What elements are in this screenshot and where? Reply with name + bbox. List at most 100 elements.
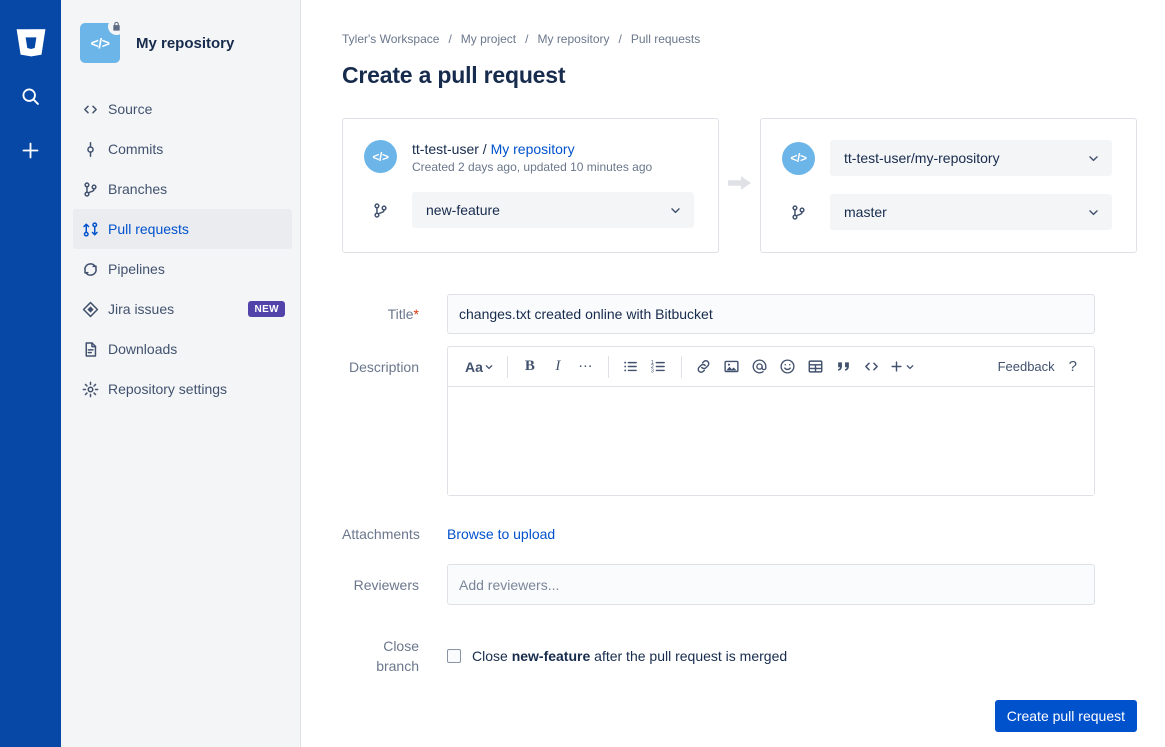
reviewers-input[interactable]: Add reviewers... [447, 564, 1095, 605]
sidebar-item-jira-issues[interactable]: Jira issues NEW [73, 289, 292, 329]
sidebar-item-downloads[interactable]: Downloads [73, 329, 292, 369]
table-icon[interactable] [802, 353, 830, 381]
title-label-text: Title [388, 306, 414, 322]
destination-repository-select[interactable]: tt-test-user/my-repository [830, 140, 1112, 176]
required-marker: * [414, 306, 419, 322]
sidebar-item-label: Downloads [108, 341, 292, 357]
quote-icon[interactable] [830, 353, 858, 381]
reviewers-label: Reviewers [342, 575, 447, 595]
reviewers-placeholder: Add reviewers... [459, 577, 559, 593]
description-textarea[interactable] [448, 387, 1094, 495]
browse-to-upload-link[interactable]: Browse to upload [447, 526, 555, 542]
chevron-down-icon [1087, 152, 1100, 165]
repository-avatar: </> [80, 23, 120, 63]
sidebar-item-label: Commits [108, 141, 292, 157]
breadcrumb-item-pull-requests[interactable]: Pull requests [631, 32, 700, 46]
svg-text:3: 3 [651, 368, 654, 374]
close-branch-checkbox[interactable] [447, 649, 461, 663]
sidebar-item-pull-requests[interactable]: Pull requests [73, 209, 292, 249]
source-repo-header: </> tt-test-user / My repository Created… [364, 140, 694, 174]
chevron-down-icon [669, 204, 682, 217]
lock-icon [108, 18, 125, 35]
pipelines-icon [82, 261, 108, 278]
sidebar-item-pipelines[interactable]: Pipelines [73, 249, 292, 289]
status-badge: NEW [248, 301, 285, 317]
source-repo-subtitle: Created 2 days ago, updated 10 minutes a… [412, 160, 652, 174]
sidebar-item-label: Repository settings [108, 381, 292, 397]
branch-icon [82, 181, 108, 198]
bold-label: B [525, 358, 535, 375]
feedback-button[interactable]: Feedback [992, 359, 1061, 374]
image-icon[interactable] [718, 353, 746, 381]
sidebar-repo-header[interactable]: </> My repository [61, 19, 300, 67]
destination-avatar-glyph: </> [790, 151, 806, 165]
branch-icon [364, 202, 397, 219]
code-icon[interactable] [858, 353, 886, 381]
source-repository-avatar: </> [364, 140, 397, 173]
destination-repository-card: </> tt-test-user/my-repository [760, 118, 1137, 253]
source-branch-select[interactable]: new-feature [412, 192, 694, 228]
source-repo-owner: tt-test-user [412, 141, 479, 157]
source-repo-link[interactable]: My repository [491, 141, 575, 157]
close-branch-control: Close new-feature after the pull request… [447, 646, 1137, 666]
source-avatar-glyph: </> [372, 150, 388, 164]
sidebar-item-source[interactable]: Source [73, 89, 292, 129]
source-branch-row: new-feature [364, 192, 694, 228]
destination-repo-row: </> tt-test-user/my-repository [782, 140, 1112, 176]
description-editor: Aa B I … [447, 346, 1095, 496]
bold-icon[interactable]: B [516, 353, 544, 381]
text-style-icon[interactable]: Aa [460, 353, 499, 381]
description-field-row: Description Aa B I … [342, 346, 1137, 496]
close-branch-text: Close new-feature after the pull request… [472, 646, 787, 666]
create-pull-request-button[interactable]: Create pull request [995, 700, 1137, 732]
source-repository-card: </> tt-test-user / My repository Created… [342, 118, 719, 253]
more-formatting-icon[interactable]: … [572, 353, 600, 381]
insert-icon[interactable] [886, 353, 918, 381]
sidebar-item-label: Source [108, 101, 292, 117]
attachments-row: Attachments Browse to upload [342, 524, 1137, 544]
close-branch-text-after: after the pull request is merged [590, 648, 787, 664]
pull-request-form: Title* Description Aa [342, 286, 1137, 732]
sidebar-item-repository-settings[interactable]: Repository settings [73, 369, 292, 409]
bitbucket-logo-icon[interactable] [11, 22, 51, 62]
bulleted-list-icon[interactable] [617, 353, 645, 381]
breadcrumb-separator: / [619, 32, 622, 46]
sidebar-item-branches[interactable]: Branches [73, 169, 292, 209]
title-field-row: Title* [342, 286, 1137, 342]
branch-icon [782, 204, 815, 221]
reviewers-row: Reviewers Add reviewers... [342, 564, 1137, 605]
branch-selection-row: </> tt-test-user / My repository Created… [342, 118, 1137, 253]
editor-toolbar: Aa B I … [448, 347, 1094, 387]
pull-request-icon [82, 221, 108, 238]
app-root: </> My repository Source [0, 0, 1165, 747]
breadcrumb-item-repository[interactable]: My repository [537, 32, 609, 46]
plus-icon[interactable] [11, 130, 51, 170]
title-field-control [447, 294, 1137, 334]
breadcrumb-item-workspace[interactable]: Tyler's Workspace [342, 32, 439, 46]
link-icon[interactable] [690, 353, 718, 381]
help-icon[interactable]: ? [1061, 358, 1085, 375]
destination-branch-select[interactable]: master [830, 194, 1112, 230]
numbered-list-icon[interactable]: 1 2 3 [645, 353, 673, 381]
sidebar-item-commits[interactable]: Commits [73, 129, 292, 169]
mention-icon[interactable] [746, 353, 774, 381]
italic-icon[interactable]: I [544, 353, 572, 381]
chevron-down-icon [1087, 206, 1100, 219]
emoji-icon[interactable] [774, 353, 802, 381]
reviewers-control: Add reviewers... [447, 564, 1137, 605]
search-icon[interactable] [11, 76, 51, 116]
commit-icon [82, 141, 108, 158]
description-field-control: Aa B I … [447, 346, 1137, 496]
source-repo-meta: tt-test-user / My repository Created 2 d… [412, 140, 652, 174]
title-label: Title* [342, 304, 447, 324]
toolbar-divider [507, 356, 508, 378]
page-title: Create a pull request [342, 62, 1165, 89]
toolbar-divider [681, 356, 682, 378]
breadcrumb-separator: / [448, 32, 451, 46]
product-rail [0, 0, 61, 747]
title-input[interactable] [447, 294, 1095, 334]
breadcrumb-item-project[interactable]: My project [461, 32, 516, 46]
sidebar-item-label: Branches [108, 181, 292, 197]
source-repo-slash: / [483, 141, 487, 157]
repository-name: My repository [136, 35, 234, 52]
